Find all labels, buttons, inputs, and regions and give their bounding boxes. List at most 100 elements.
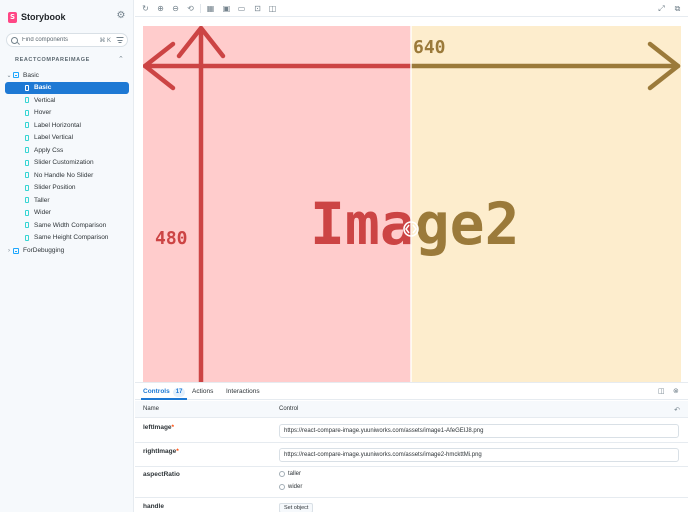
left-height-label: 480 [155,228,188,249]
radio-button[interactable] [279,484,285,490]
panel-layout-icon[interactable]: ◫ [658,388,665,395]
outline-icon[interactable]: ◫ [268,4,277,13]
control-row-aspectratio: aspectRatio taller wider [135,468,688,498]
zoom-out-icon[interactable]: ⊖ [171,4,180,13]
story-icon [25,122,29,129]
column-control-header: Control [279,406,299,412]
controls-count-badge: 17 [172,388,186,397]
share-icon[interactable]: ⧉ [673,4,682,13]
sidebar-story-label: Same Height Comparison [34,234,109,242]
sidebar-story-item[interactable]: Slider Position [5,182,129,195]
story-icon [25,159,29,166]
sidebar-story-item[interactable]: Slider Customization [5,157,129,170]
sidebar-story-label: Label Vertical [34,134,74,142]
story-icon [25,97,29,104]
radio-wider[interactable]: wider [279,484,302,490]
sidebar-story-label: Vertical [34,96,56,104]
left-width-label: 640 [413,37,446,58]
story-icon [25,222,29,229]
fullscreen-icon[interactable]: ⤢ [657,4,666,13]
rightimage-input[interactable]: https://react-compare-image.yuuniworks.c… [279,448,679,462]
control-name: aspectRatio [143,471,180,478]
storybook-logo-icon: S [8,11,17,23]
search-box[interactable]: ⌘ K [6,33,128,47]
set-object-button[interactable]: Set object [279,503,314,512]
story-icon [25,184,29,191]
tree-group-label: Basic [23,71,39,79]
tab-actions[interactable]: Actions [192,383,213,400]
sidebar-story-item[interactable]: Same Width Comparison [5,219,129,232]
chevron-down-icon: ⌄ [6,72,12,79]
search-input[interactable] [22,37,100,43]
sidebar-story-item[interactable]: No Handle No Slider [5,169,129,182]
sidebar-story-item[interactable]: Label Horizontal [5,119,129,132]
reload-icon[interactable]: ↻ [141,4,150,13]
leftimage-input[interactable]: https://react-compare-image.yuuniworks.c… [279,424,679,438]
tab-controls[interactable]: Controls 17 [141,383,188,400]
story-icon [25,172,29,179]
tree-group-fordebugging[interactable]: › ForDebugging [5,245,129,258]
filter-icon[interactable] [116,37,123,43]
sidebar-story-label: Label Horizontal [34,121,81,129]
compare-image-graphics: 480 Image2 640 Image2 [143,26,681,382]
story-icon [25,234,29,241]
zoom-reset-icon[interactable]: ⟲ [186,4,195,13]
sidebar-story-label: Basic [34,84,52,92]
settings-gear-icon[interactable]: ⚙ [116,11,126,21]
sidebar-story-item[interactable]: Basic [5,81,129,94]
control-row-handle: handle Set object [135,499,688,512]
tree-group-basic[interactable]: ⌄ Basic [5,69,129,82]
toolbar-divider [200,4,201,13]
sidebar-story-label: No Handle No Slider [34,171,94,179]
sidebar-story-label: Wider [34,209,51,217]
grid-icon[interactable]: ▦ [206,4,215,13]
tree-group-label: ForDebugging [23,247,65,255]
sidebar-story-item[interactable]: Label Vertical [5,132,129,145]
radio-taller[interactable]: taller [279,471,301,477]
sidebar-story-label: Hover [34,109,52,117]
tab-interactions[interactable]: Interactions [226,383,260,400]
tab-controls-label: Controls [143,388,170,395]
sidebar: S Storybook ⚙ ⌘ K REACTCOMPAREIMAGE ⌃ ⌄ … [0,0,134,512]
story-icon [25,109,29,116]
zoom-in-icon[interactable]: ⊕ [156,4,165,13]
reset-controls-icon[interactable]: ↶ [674,406,680,414]
story-icon [25,197,29,204]
sidebar-story-label: Taller [34,196,50,204]
collapse-toggle-icon[interactable]: ⌃ [118,55,124,63]
panel-close-icon[interactable]: ⊗ [673,388,680,395]
sidebar-story-label: Slider Position [34,184,76,192]
column-name-header: Name [143,406,160,412]
radio-button[interactable] [279,471,285,477]
sidebar-story-item[interactable]: Apply Css [5,144,129,157]
story-icon [25,134,29,141]
control-name: rightImage* [143,448,179,455]
sidebar-story-item[interactable]: Same Height Comparison [5,232,129,245]
sidebar-story-item[interactable]: Vertical [5,94,129,107]
control-row-leftimage: leftImage* https://react-compare-image.y… [135,419,688,443]
search-icon [11,36,18,44]
sidebar-story-item[interactable]: Taller [5,194,129,207]
preview-toolbar: ↻ ⊕ ⊖ ⟲ ▦ ▣ ▭ ⊡ ◫ ⤢ ⧉ [135,0,688,17]
control-name: handle [143,503,164,510]
story-icon [25,209,29,216]
sidebar-story-item[interactable]: Hover [5,107,129,120]
sidebar-story-item[interactable]: Wider [5,207,129,220]
measure-icon[interactable]: ⊡ [253,4,262,13]
preview-canvas: 480 Image2 640 Image2 [135,18,688,382]
brand-name: Storybook [21,12,66,22]
story-icon [25,84,29,91]
component-icon [13,247,19,254]
brand[interactable]: S Storybook [8,10,66,24]
sidebar-story-label: Slider Customization [34,159,94,167]
panel-tabs: Controls 17 Actions Interactions ◫ ⊗ [135,383,688,400]
chevron-right-icon: › [8,247,10,254]
background-icon[interactable]: ▣ [222,4,231,13]
control-row-rightimage: rightImage* https://react-compare-image.… [135,444,688,467]
sidebar-story-label: Apply Css [34,146,64,154]
search-shortcut-hint: ⌘ K [99,37,111,44]
section-header[interactable]: REACTCOMPAREIMAGE [15,57,90,63]
viewport-icon[interactable]: ▭ [237,4,246,13]
sidebar-story-label: Same Width Comparison [34,221,107,229]
control-name: leftImage* [143,424,175,431]
